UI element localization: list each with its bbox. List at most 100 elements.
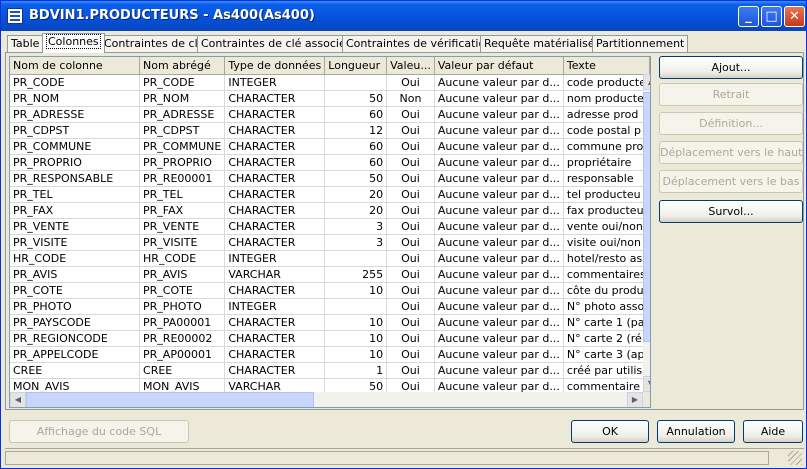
add-button[interactable]: Ajout... bbox=[659, 56, 803, 79]
table-cell[interactable]: Oui bbox=[386, 234, 435, 251]
ok-button[interactable]: OK bbox=[571, 420, 649, 443]
table-cell[interactable]: PR_CODE bbox=[10, 74, 141, 91]
table-row[interactable]: PR_PAYSCODE PR_PA00001 CHARACTER 10 Oui Aucun… bbox=[10, 314, 650, 331]
table-cell[interactable]: N° photo asso bbox=[563, 298, 650, 315]
table-cell[interactable]: Aucune valeur par d... bbox=[434, 202, 564, 219]
table-cell[interactable]: PR_FAX bbox=[10, 202, 141, 219]
table-cell[interactable]: Oui bbox=[386, 362, 435, 379]
table-cell[interactable]: PR_ADRESSE bbox=[10, 106, 141, 123]
table-cell[interactable]: PR_NOM bbox=[10, 90, 141, 107]
table-cell[interactable]: 10 bbox=[324, 346, 388, 363]
table-cell[interactable]: fax producteu bbox=[563, 202, 650, 219]
horizontal-scrollbar[interactable]: ◀ ▶ bbox=[10, 392, 643, 407]
table-cell[interactable]: PR_PHOTO bbox=[139, 298, 226, 315]
table-cell[interactable]: CHARACTER bbox=[224, 122, 326, 139]
browse-button[interactable]: Survol... bbox=[659, 200, 803, 223]
table-cell[interactable]: PR_TEL bbox=[10, 186, 141, 203]
move-up-button[interactable]: Déplacement vers le haut bbox=[659, 141, 803, 164]
table-cell[interactable]: Aucune valeur par d... bbox=[434, 330, 564, 347]
table-cell[interactable]: INTEGER bbox=[224, 74, 326, 91]
table-cell[interactable]: PR_APPELCODE bbox=[10, 346, 141, 363]
table-cell[interactable]: CHARACTER bbox=[224, 282, 326, 299]
tab-contraintes-verification[interactable]: Contraintes de vérification bbox=[342, 35, 497, 52]
table-row[interactable]: PR_CODE PR_CODE INTEGER Oui Aucune valeur pa… bbox=[10, 74, 650, 91]
table-cell[interactable] bbox=[324, 250, 388, 267]
table-cell[interactable]: HR_CODE bbox=[10, 250, 141, 267]
table-cell[interactable]: PR_RESPONSABLE bbox=[10, 170, 141, 187]
table-cell[interactable]: PR_AP00001 bbox=[139, 346, 226, 363]
table-row[interactable]: PR_COTE PR_COTE CHARACTER 10 Oui Aucune valeu… bbox=[10, 282, 650, 299]
scroll-up-icon[interactable]: ▲ bbox=[643, 74, 650, 90]
table-cell[interactable]: adresse prod bbox=[563, 106, 650, 123]
table-cell[interactable]: PR_PAYSCODE bbox=[10, 314, 141, 331]
table-cell[interactable]: 50 bbox=[324, 90, 388, 107]
table-cell[interactable]: N° carte 2 (ré bbox=[563, 330, 650, 347]
table-cell[interactable]: Oui bbox=[386, 186, 435, 203]
table-cell[interactable]: PR_COTE bbox=[10, 282, 141, 299]
table-cell[interactable]: CHARACTER bbox=[224, 170, 326, 187]
table-row[interactable]: PR_FAX PR_FAX CHARACTER 20 Oui Aucune valeur … bbox=[10, 202, 650, 219]
table-row[interactable]: PR_REGIONCODE PR_RE00002 CHARACTER 10 Oui Auc… bbox=[10, 330, 650, 347]
table-row[interactable]: PR_APPELCODE PR_AP00001 CHARACTER 10 Oui Aucu… bbox=[10, 346, 650, 363]
table-cell[interactable]: Oui bbox=[386, 138, 435, 155]
table-cell[interactable]: 60 bbox=[324, 106, 388, 123]
table-cell[interactable]: PR_RE00002 bbox=[139, 330, 226, 347]
table-cell[interactable]: CREE bbox=[10, 362, 141, 379]
table-cell[interactable]: 3 bbox=[324, 234, 388, 251]
show-sql-button[interactable]: Affichage du code SQL bbox=[9, 420, 189, 443]
table-cell[interactable]: PR_PHOTO bbox=[10, 298, 141, 315]
table-cell[interactable]: 10 bbox=[324, 314, 388, 331]
table-cell[interactable]: tel producteu bbox=[563, 186, 650, 203]
table-cell[interactable]: CHARACTER bbox=[224, 154, 326, 171]
table-cell[interactable]: créé par utilis bbox=[563, 362, 650, 379]
table-cell[interactable]: Oui bbox=[386, 122, 435, 139]
table-cell[interactable]: Oui bbox=[386, 346, 435, 363]
table-cell[interactable]: hotel/resto as bbox=[563, 250, 650, 267]
tab-requete-materialisee[interactable]: Requête matérialisée bbox=[480, 35, 606, 52]
table-cell[interactable]: PR_NOM bbox=[139, 90, 226, 107]
table-cell[interactable]: Oui bbox=[386, 282, 435, 299]
table-cell[interactable]: PR_CDPST bbox=[10, 122, 141, 139]
column-header[interactable]: Valeur par défaut bbox=[434, 57, 564, 75]
table-cell[interactable]: 10 bbox=[324, 330, 388, 347]
table-row[interactable]: CREE CREE CHARACTER 1 Oui Aucune valeur par d… bbox=[10, 362, 650, 379]
table-cell[interactable]: Aucune valeur par d... bbox=[434, 74, 564, 91]
table-cell[interactable]: CHARACTER bbox=[224, 138, 326, 155]
table-cell[interactable]: PR_VENTE bbox=[10, 218, 141, 235]
table-cell[interactable]: 60 bbox=[324, 154, 388, 171]
table-row[interactable]: PR_TEL PR_TEL CHARACTER 20 Oui Aucune valeur … bbox=[10, 186, 650, 203]
minimize-button[interactable]: _ bbox=[738, 6, 759, 27]
table-cell[interactable]: VARCHAR bbox=[224, 266, 326, 283]
column-header[interactable]: Texte bbox=[563, 57, 650, 75]
table-cell[interactable]: 1 bbox=[324, 362, 388, 379]
table-cell[interactable]: CHARACTER bbox=[224, 90, 326, 107]
table-cell[interactable]: Aucune valeur par d... bbox=[434, 170, 564, 187]
table-cell[interactable]: Aucune valeur par d... bbox=[434, 138, 564, 155]
column-header[interactable]: Nom de colonne bbox=[10, 57, 141, 75]
table-cell[interactable]: Aucune valeur par d... bbox=[434, 234, 564, 251]
table-cell[interactable]: HR_CODE bbox=[139, 250, 226, 267]
table-cell[interactable]: Oui bbox=[386, 266, 435, 283]
tab-partitionnement[interactable]: Partitionnement bbox=[592, 35, 689, 52]
table-cell[interactable]: PR_PA00001 bbox=[139, 314, 226, 331]
help-button[interactable]: Aide bbox=[743, 420, 803, 443]
table-cell[interactable]: N° carte 3 (ap bbox=[563, 346, 650, 363]
cancel-button[interactable]: Annulation bbox=[657, 420, 735, 443]
table-row[interactable]: PR_PHOTO PR_PHOTO INTEGER Oui Aucune valeur … bbox=[10, 298, 650, 315]
table-cell[interactable]: Oui bbox=[386, 154, 435, 171]
columns-grid[interactable]: Nom de colonne Nom abrégé Type de donnée… bbox=[9, 56, 651, 408]
table-cell[interactable]: PR_VISITE bbox=[139, 234, 226, 251]
table-cell[interactable]: PR_PROPRIO bbox=[10, 154, 141, 171]
table-cell[interactable]: propriétaire bbox=[563, 154, 650, 171]
table-row[interactable]: PR_PROPRIO PR_PROPRIO CHARACTER 60 Oui Aucune… bbox=[10, 154, 650, 171]
move-down-button[interactable]: Déplacement vers le bas bbox=[659, 170, 803, 193]
table-cell[interactable]: responsable bbox=[563, 170, 650, 187]
table-cell[interactable]: Aucune valeur par d... bbox=[434, 106, 564, 123]
table-cell[interactable]: vente oui/non bbox=[563, 218, 650, 235]
table-cell[interactable]: Oui bbox=[386, 170, 435, 187]
table-cell[interactable]: 20 bbox=[324, 186, 388, 203]
table-cell[interactable]: PR_REGIONCODE bbox=[10, 330, 141, 347]
table-cell[interactable]: Oui bbox=[386, 330, 435, 347]
table-cell[interactable]: PR_PROPRIO bbox=[139, 154, 226, 171]
table-cell[interactable]: Oui bbox=[386, 106, 435, 123]
